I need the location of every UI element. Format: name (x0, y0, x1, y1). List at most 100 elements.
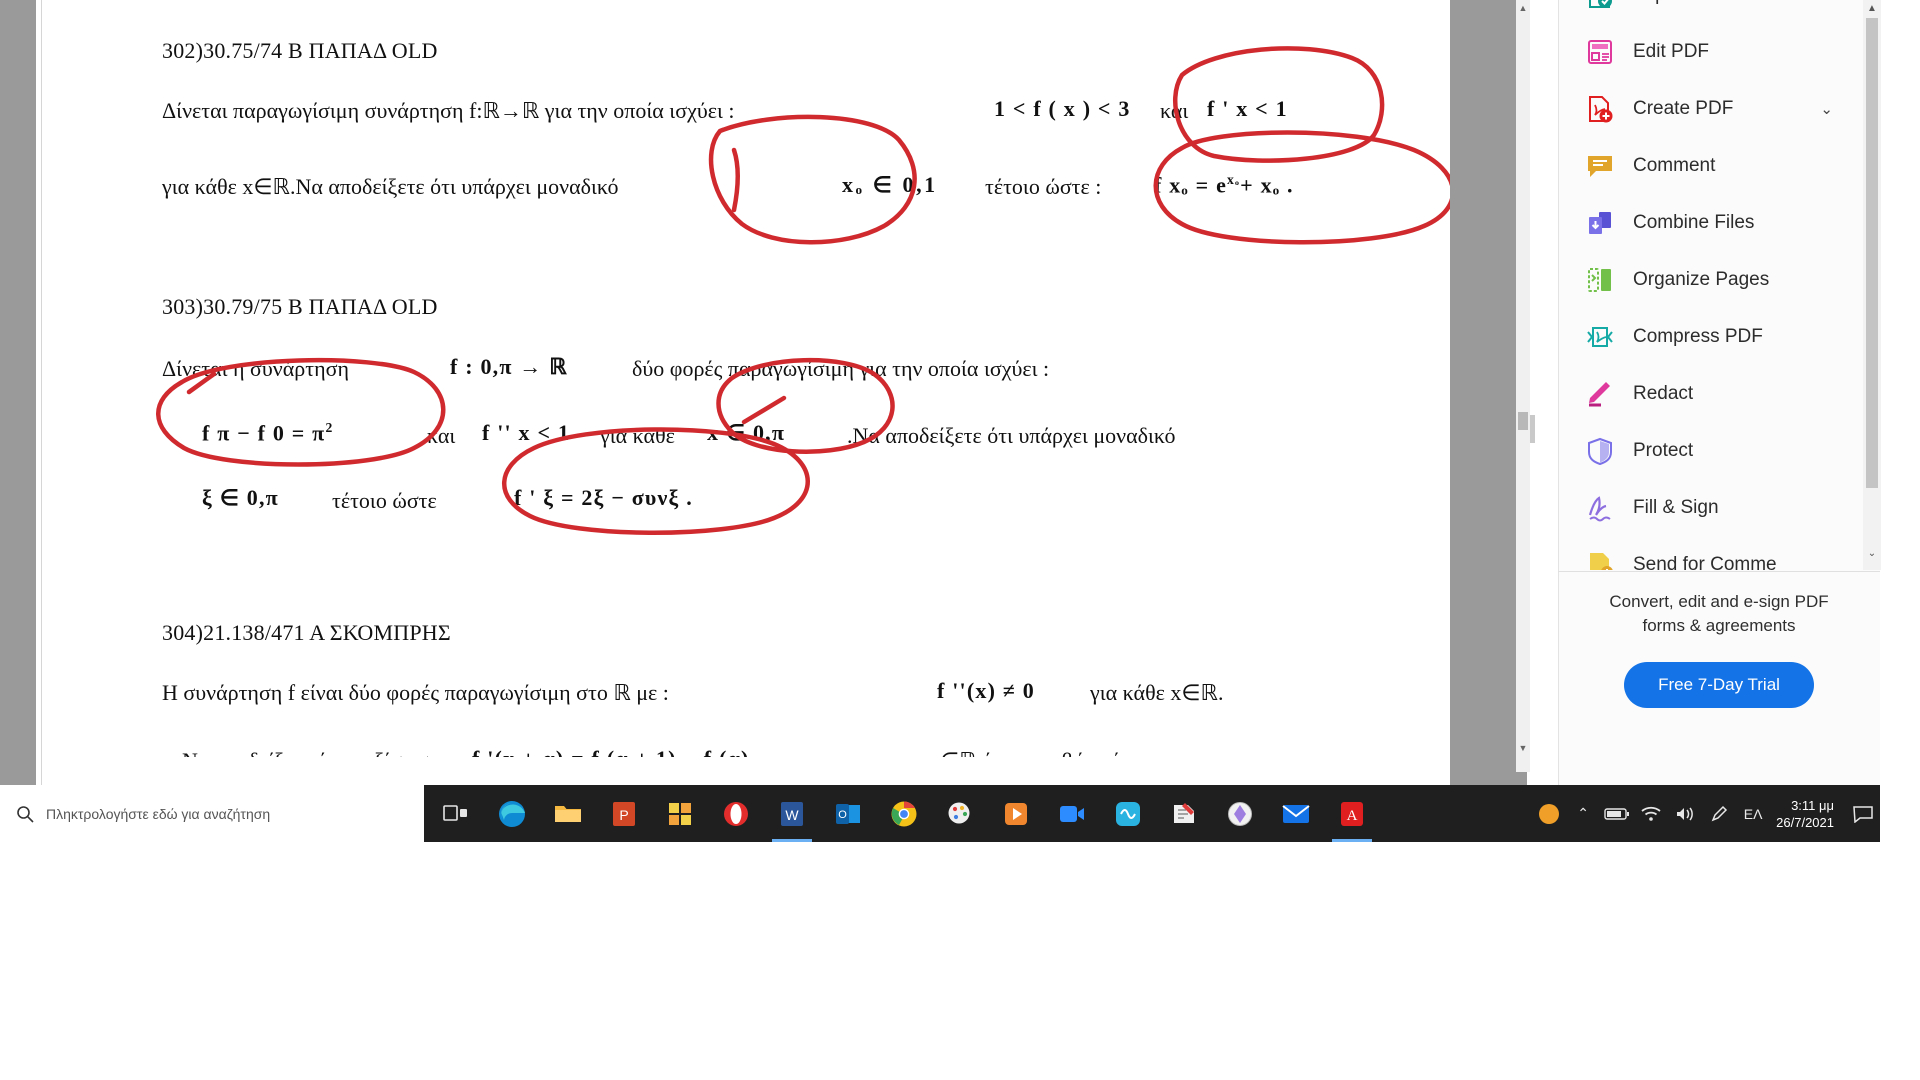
export-pdf-icon (1585, 0, 1615, 10)
exercise-303-line-3: για κάθε (600, 423, 675, 448)
outlook-icon[interactable]: O (820, 785, 876, 842)
exercise-302-line-3: τέτοιο ώστε : (985, 174, 1102, 199)
chevron-down-icon[interactable]: ⌄ (1820, 100, 1833, 118)
exercise-302-line-2: για κάθε x∈ℝ.Να αποδείξετε ότι υπάρχει μ… (162, 174, 619, 199)
document-scrollbar[interactable]: ▲ ▼ (1516, 0, 1530, 772)
tool-item-label: Protect (1633, 439, 1694, 461)
send-for-comment-icon (1585, 550, 1615, 570)
orange-circle-icon[interactable] (1532, 785, 1566, 842)
acrobat-reader-icon[interactable]: A (1324, 785, 1380, 842)
exercise-303-interval-x: x ∈ 0,π (707, 420, 786, 445)
exercise-303-line-5: τέτοιο ώστε (332, 488, 437, 513)
document-scroll-up-arrow[interactable]: ▲ (1516, 0, 1530, 16)
mail-icon[interactable] (1268, 785, 1324, 842)
exercise-304-second-derivative: f ''(x) ≠ 0 (937, 678, 1035, 703)
tool-item-protect[interactable]: Protect (1559, 422, 1881, 479)
opera-icon[interactable] (708, 785, 764, 842)
tool-item-fill-sign[interactable]: Fill & Sign (1559, 479, 1881, 536)
exercise-303-condition-1-exponent: 2 (325, 420, 334, 435)
pen-icon[interactable] (1702, 785, 1736, 842)
promo-banner: Convert, edit and e-sign PDF forms & agr… (1558, 590, 1880, 708)
organize-pages-icon (1585, 265, 1615, 295)
create-pdf-icon (1585, 94, 1615, 124)
exercise-302-conclusion-tail: + xₒ . (1240, 172, 1294, 198)
tool-item-send-for-comme[interactable]: Send for Comme (1559, 536, 1881, 570)
taskbar-clock[interactable]: 3:11 μμ 26/7/2021 (1770, 797, 1846, 831)
tool-item-export-pdf[interactable]: Export PDF (1559, 0, 1881, 23)
exercise-302-math-inequality-f: 1 < f ( x ) < 3 (994, 96, 1131, 121)
powerpoint-icon[interactable]: P (596, 785, 652, 842)
ink-stroke-x0-tick (731, 147, 740, 213)
clock-date: 26/7/2021 (1776, 814, 1834, 830)
compress-pdf-icon (1585, 322, 1615, 352)
exercise-303-xi-equation: f ' ξ = 2ξ − συνξ . (514, 485, 693, 510)
free-trial-button[interactable]: Free 7-Day Trial (1624, 662, 1814, 708)
exercise-303-line-2: δύο φορές παραγωγίσιμη για την οποία ισχ… (632, 356, 1050, 381)
tool-item-edit-pdf[interactable]: Edit PDF (1559, 23, 1881, 80)
search-icon (12, 801, 38, 827)
microsoft-store-icon[interactable] (652, 785, 708, 842)
tool-item-combine-files[interactable]: Combine Files (1559, 194, 1881, 251)
volume-icon[interactable] (1668, 785, 1702, 842)
note-app-icon[interactable] (1156, 785, 1212, 842)
action-center-icon[interactable] (1846, 785, 1880, 842)
exercise-302-conclusion-text: f xₒ = e (1154, 172, 1228, 198)
tool-item-label: Fill & Sign (1633, 496, 1719, 518)
battery-icon[interactable] (1600, 785, 1634, 842)
comment-icon (1585, 151, 1615, 181)
wifi-icon[interactable] (1634, 785, 1668, 842)
exercise-304-heading: 304)21.138/471 Α ΣΚΟΜΠΡΗΣ (162, 620, 451, 645)
tool-item-label: Combine Files (1633, 211, 1755, 233)
promo-line-1: Convert, edit and e-sign PDF (1609, 592, 1829, 611)
promo-line-2: forms & agreements (1642, 616, 1796, 635)
zoom-icon[interactable] (1044, 785, 1100, 842)
exercise-302-unique-point: xₒ ∈ 0,1 (842, 172, 938, 197)
exercise-303-condition-2: f '' x < 1 (482, 420, 571, 445)
exercise-303-line-4: .Να αποδείξετε ότι υπάρχει μοναδικό (847, 423, 1176, 448)
tool-item-redact[interactable]: Redact (1559, 365, 1881, 422)
viewer-left-gutter (0, 0, 36, 785)
pdf-viewer-window: 302)30.75/74 Β ΠΑΠΑΔ OLD Δίνεται παραγωγ… (0, 0, 1881, 785)
exercise-303-condition-1-text: f π − f 0 = π (202, 420, 326, 446)
exercise-302-math-inequality-fprime: f ' x < 1 (1207, 96, 1288, 121)
file-explorer-icon[interactable] (540, 785, 596, 842)
language-indicator[interactable]: ΕΛ (1736, 785, 1770, 842)
tools-panel-scrollbar[interactable]: ▲ ⌄ (1863, 0, 1881, 570)
task-view-icon[interactable] (428, 785, 484, 842)
exercise-304-line-4: με α∈ℝ έχει ακριβώς μία (902, 748, 1130, 757)
tool-item-comment[interactable]: Comment (1559, 137, 1881, 194)
svg-text:O: O (838, 809, 847, 821)
word-icon[interactable]: W (764, 785, 820, 842)
taskbar-search-box[interactable]: Πληκτρολογήστε εδώ για αναζήτηση (0, 785, 424, 842)
google-chrome-icon[interactable] (876, 785, 932, 842)
document-scroll-thumb[interactable] (1518, 412, 1528, 430)
tool-item-compress-pdf[interactable]: Compress PDF (1559, 308, 1881, 365)
tool-item-organize-pages[interactable]: Organize Pages (1559, 251, 1881, 308)
exercise-303-xi-interval: ξ ∈ 0,π (202, 485, 279, 510)
exercise-303-domain-map: f : 0,π → ℝ (450, 354, 568, 379)
tools-panel-divider (1558, 571, 1880, 572)
photos-icon[interactable] (1212, 785, 1268, 842)
exercise-304-line-2: για κάθε x∈ℝ. (1090, 680, 1224, 705)
exercise-303-heading: 303)30.79/75 Β ΠΑΠΑΔ OLD (162, 294, 438, 319)
media-player-icon[interactable] (988, 785, 1044, 842)
exercise-302-heading: 302)30.75/74 Β ΠΑΠΑΔ OLD (162, 38, 438, 63)
chevron-up-icon[interactable]: ⌃ (1566, 785, 1600, 842)
tool-item-label: Redact (1633, 382, 1694, 404)
tool-item-create-pdf[interactable]: Create PDF ⌄ (1559, 80, 1881, 137)
svg-text:P: P (619, 807, 628, 823)
exercise-302-and-word: και (1160, 98, 1189, 123)
tools-scroll-thumb[interactable] (1866, 18, 1878, 488)
paint-icon[interactable] (932, 785, 988, 842)
exercise-303-line-1: Δίνεται η συνάρτηση (162, 356, 349, 381)
exercise-304-line-3: Να αποδείξετε ότι η εξίσωση (182, 748, 440, 757)
tools-scroll-up-arrow[interactable]: ▲ (1863, 0, 1881, 18)
document-scroll-down-arrow[interactable]: ▼ (1516, 740, 1530, 756)
pdf-page[interactable]: 302)30.75/74 Β ΠΑΠΑΔ OLD Δίνεται παραγωγ… (42, 0, 1450, 757)
microsoft-edge-icon[interactable] (484, 785, 540, 842)
whatsapp-icon[interactable] (1100, 785, 1156, 842)
exercise-303-and-word: και (427, 423, 456, 448)
tools-scroll-down-arrow[interactable]: ⌄ (1863, 545, 1881, 563)
tool-item-label: Compress PDF (1633, 325, 1763, 347)
tool-item-label: Send for Comme (1633, 553, 1777, 571)
